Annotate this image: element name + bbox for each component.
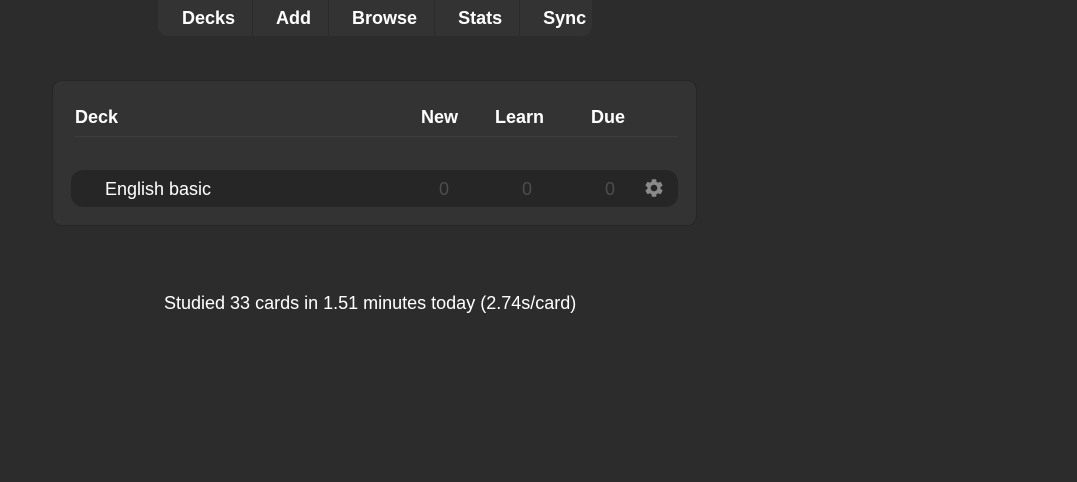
deck-name-link[interactable]: English basic [105, 179, 211, 200]
deck-list-panel: Deck New Learn Due English basic 0 0 0 [52, 80, 697, 226]
deck-learn-count: 0 [521, 179, 532, 199]
top-toolbar: Decks Add Browse Stats Sync [158, 0, 592, 36]
toolbar-sync-button[interactable]: Sync [519, 0, 603, 36]
header-due: Due [591, 107, 626, 127]
header-deck: Deck [75, 107, 119, 127]
gear-icon[interactable] [643, 177, 665, 199]
deck-row: English basic 0 0 0 [71, 170, 678, 207]
deck-due-count: 0 [604, 179, 615, 199]
toolbar-stats-button[interactable]: Stats [434, 0, 519, 36]
study-summary-text: Studied 33 cards in 1.51 minutes today (… [164, 293, 577, 313]
deck-new-count: 0 [438, 179, 449, 199]
toolbar-decks-button[interactable]: Decks [158, 0, 252, 36]
header-learn: Learn [495, 107, 545, 127]
toolbar-browse-button[interactable]: Browse [328, 0, 434, 36]
toolbar-add-button[interactable]: Add [252, 0, 328, 36]
header-new: New [421, 107, 459, 127]
deck-table-header: Deck New Learn Due [75, 105, 678, 137]
gear-icon-graphic [645, 179, 663, 197]
